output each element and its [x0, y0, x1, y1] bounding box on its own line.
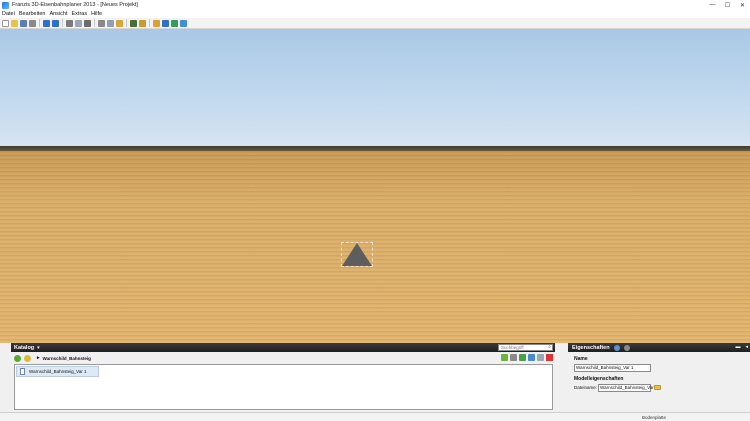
- home-icon[interactable]: [14, 354, 21, 362]
- chevron-down-icon[interactable]: ▾: [37, 345, 40, 351]
- menu-bearbeiten[interactable]: Bearbeiten: [19, 11, 46, 17]
- toolbar-separator: [149, 19, 150, 27]
- sky: [0, 29, 750, 147]
- sound-icon[interactable]: [171, 19, 178, 27]
- toolbar-separator: [126, 19, 127, 27]
- filename-label: Dateiname:: [574, 385, 598, 390]
- breadcrumb-arrow-icon[interactable]: ▸: [37, 355, 40, 361]
- material-icon[interactable]: [130, 19, 137, 27]
- cut-icon[interactable]: [98, 19, 105, 27]
- properties-title: Eigenschaften: [572, 344, 610, 351]
- folder-up-icon[interactable]: [24, 354, 31, 362]
- undo-icon[interactable]: [43, 19, 50, 27]
- ground-plane: [0, 151, 750, 343]
- options-icon[interactable]: [623, 344, 630, 351]
- main-toolbar: [0, 18, 750, 29]
- folder-icon[interactable]: [654, 385, 661, 390]
- help-icon[interactable]: [162, 19, 169, 27]
- catalog-list[interactable]: Warnschild_Bahnsteig_Var 1: [14, 364, 553, 410]
- catalog-tools: [499, 354, 553, 361]
- catalog-search-input[interactable]: Suchbegriff ⌕: [498, 344, 553, 351]
- print-icon[interactable]: [29, 19, 36, 27]
- status-bar: Bodenplatte: [0, 412, 750, 421]
- menu-datei[interactable]: Datei: [2, 11, 15, 17]
- redo-icon[interactable]: [52, 19, 59, 27]
- export-icon[interactable]: [180, 19, 187, 27]
- search-icon[interactable]: ⌕: [548, 345, 551, 350]
- open-icon[interactable]: [11, 19, 18, 27]
- view-icon[interactable]: [537, 354, 544, 361]
- title-bar: Franzis 3D-Eisenbahnplaner 2013 - [Neues…: [0, 0, 750, 10]
- model-properties-label: Modelleigenschaften: [574, 376, 624, 382]
- toolbar-separator: [39, 19, 40, 27]
- menu-hilfe[interactable]: Hilfe: [91, 11, 102, 17]
- search-placeholder: Suchbegriff: [501, 345, 524, 350]
- import-icon[interactable]: [519, 354, 526, 361]
- settings-icon[interactable]: [510, 354, 517, 361]
- warning-sign-object[interactable]: [342, 243, 372, 266]
- close-button[interactable]: ✕: [735, 0, 750, 10]
- menu-extras[interactable]: Extras: [72, 11, 88, 17]
- window-controls: — ☐ ✕: [705, 0, 750, 10]
- toolbar-separator: [62, 19, 63, 27]
- status-text: Bodenplatte: [642, 415, 667, 420]
- properties-controls: ▬ ◂: [730, 344, 748, 350]
- name-field[interactable]: Warnschild_Bahnsteig_Var 1: [574, 364, 651, 372]
- collapse-panel-icon[interactable]: ◂: [745, 344, 748, 350]
- properties-header: Eigenschaften ▬ ◂: [568, 343, 750, 352]
- grid-icon[interactable]: [84, 19, 91, 27]
- list-item-label: Warnschild_Bahnsteig_Var 1: [29, 369, 87, 374]
- add-icon[interactable]: [501, 354, 508, 361]
- select-icon[interactable]: [66, 19, 73, 27]
- delete-icon[interactable]: [546, 354, 553, 361]
- breadcrumb-item[interactable]: Warnschild_Bahnsteig: [43, 356, 91, 361]
- app-icon: [2, 1, 9, 9]
- layer-icon[interactable]: [116, 19, 123, 27]
- info-icon[interactable]: [613, 344, 620, 351]
- menu-ansicht[interactable]: Ansicht: [49, 11, 67, 17]
- catalog-toolbar: ▸ Warnschild_Bahnsteig: [11, 353, 555, 363]
- toolbar-separator: [94, 19, 95, 27]
- minimize-button[interactable]: —: [705, 0, 720, 10]
- breadcrumb: ▸ Warnschild_Bahnsteig: [37, 355, 91, 361]
- catalog-header: Katalog ▾: [11, 343, 555, 352]
- window-title: Franzis 3D-Eisenbahnplaner 2013 - [Neues…: [12, 2, 138, 8]
- list-item[interactable]: Warnschild_Bahnsteig_Var 1: [16, 366, 99, 377]
- catalog-title: Katalog: [14, 344, 35, 351]
- refresh-icon[interactable]: [528, 354, 535, 361]
- filename-field[interactable]: Warnschild_Bahnsteig_Var: [598, 384, 654, 392]
- copy-icon[interactable]: [75, 19, 82, 27]
- save-icon[interactable]: [20, 19, 27, 27]
- paste-icon[interactable]: [107, 19, 114, 27]
- hand-icon[interactable]: [153, 19, 160, 27]
- new-icon[interactable]: [2, 19, 9, 27]
- minimize-panel-icon[interactable]: ▬: [735, 344, 740, 350]
- name-label: Name: [574, 356, 588, 362]
- menu-bar: Datei Bearbeiten Ansicht Extras Hilfe: [0, 10, 750, 18]
- 3d-viewport[interactable]: [0, 29, 750, 343]
- lock-icon[interactable]: [139, 19, 146, 27]
- document-icon: [20, 368, 25, 375]
- maximize-button[interactable]: ☐: [720, 0, 735, 10]
- properties-body: Name Warnschild_Bahnsteig_Var 1 Modellei…: [568, 352, 750, 410]
